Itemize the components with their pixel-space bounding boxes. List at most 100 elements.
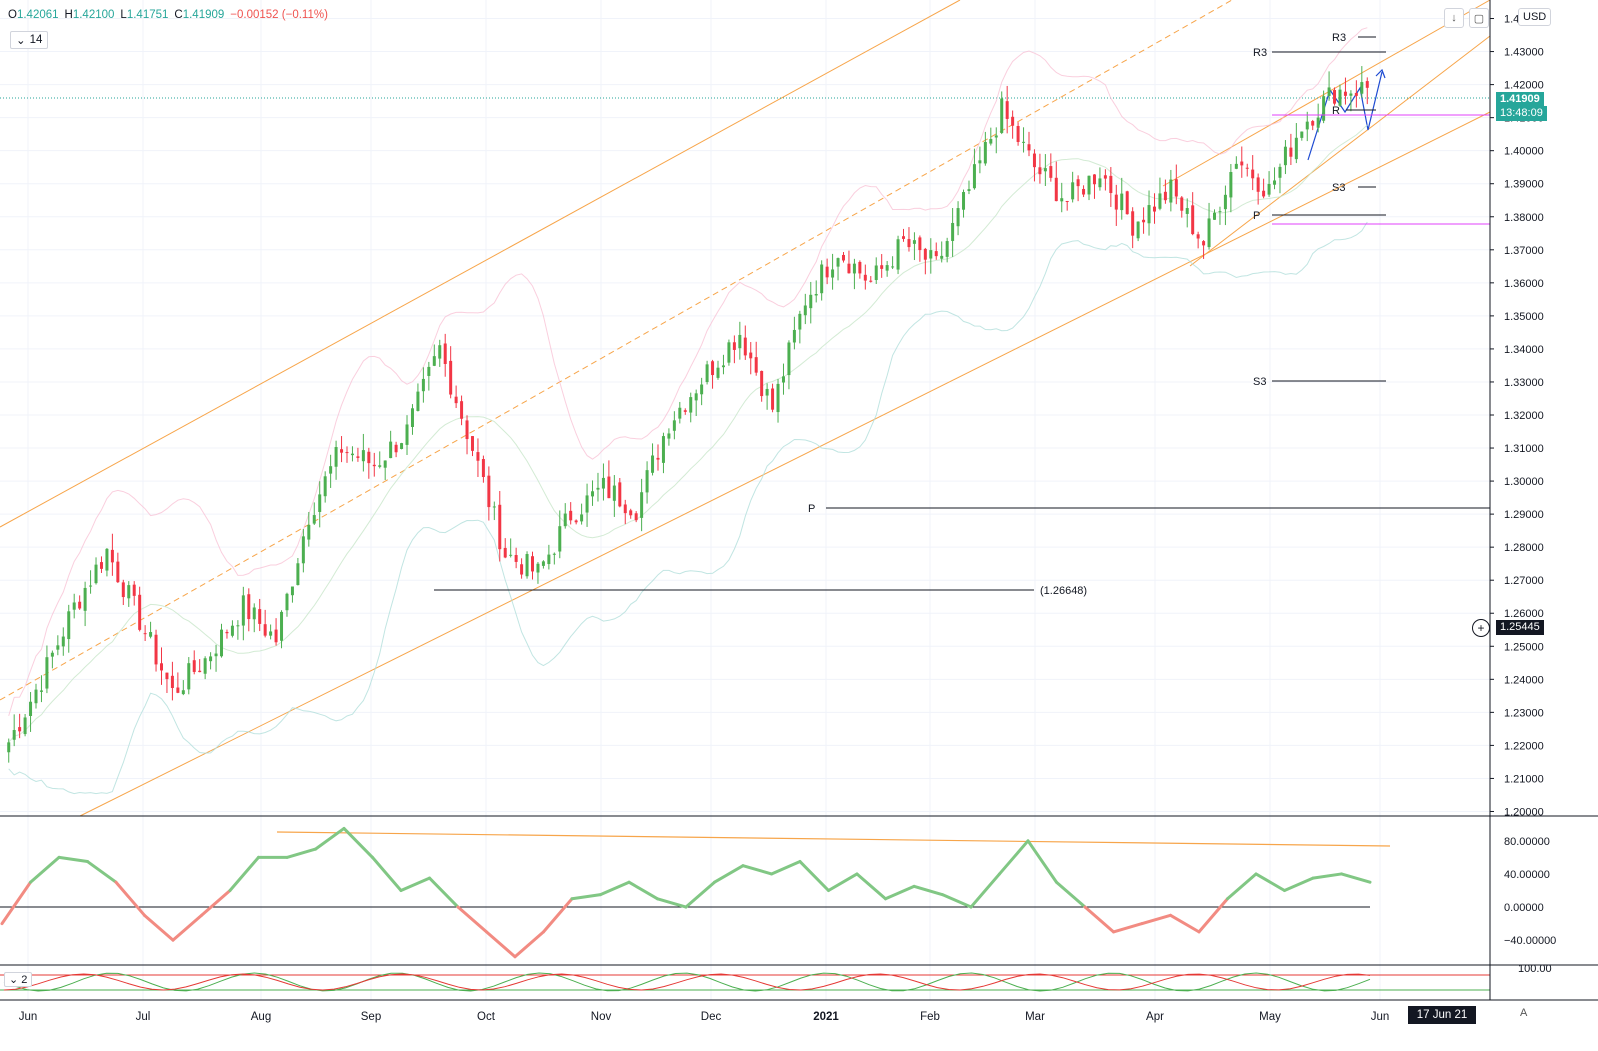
candle-body	[1273, 180, 1277, 185]
candle-body	[83, 587, 87, 611]
currency-button[interactable]: USD	[1518, 8, 1552, 26]
candle-body	[738, 334, 742, 349]
candle-body	[481, 459, 485, 478]
price-tick-label: 1.23000	[1504, 707, 1544, 719]
auto-scale-button[interactable]: A	[1520, 1007, 1527, 1019]
candle-body	[640, 492, 644, 518]
candle-body	[1229, 172, 1233, 198]
candle-body	[689, 397, 693, 413]
osc-segment	[1140, 913, 1172, 926]
candle-body	[1207, 218, 1211, 248]
maximize-icon[interactable]: ▢	[1469, 8, 1489, 28]
candle-body	[929, 250, 933, 259]
candle-body	[345, 452, 349, 454]
osc-segment	[1340, 872, 1372, 884]
candle-body	[56, 645, 60, 650]
candle-body	[1180, 197, 1184, 211]
middle-band	[8, 124, 1368, 743]
candle-body	[192, 660, 196, 672]
candle-body	[121, 582, 125, 598]
candle-body	[301, 536, 305, 564]
candle-body	[743, 337, 747, 356]
candle-body	[72, 602, 76, 610]
candle-body	[1213, 212, 1217, 220]
candle-body	[1043, 168, 1047, 172]
candle-body	[361, 450, 365, 462]
axes: 1.440001.430001.420001.410001.400001.390…	[0, 0, 1598, 1051]
candle-body	[34, 689, 38, 704]
candle-body	[476, 452, 480, 461]
candle-body	[580, 514, 584, 522]
candle-body	[410, 408, 414, 427]
candle-body	[912, 240, 916, 244]
chevron-down-icon: ⌄	[16, 35, 26, 47]
candle-body	[389, 441, 393, 459]
candle-body	[1071, 182, 1075, 200]
candle-body	[923, 248, 927, 260]
candle-body	[1316, 117, 1320, 128]
price-tick-label: 1.40000	[1504, 146, 1544, 158]
time-tick-label: Dec	[701, 1011, 722, 1023]
candle-body	[574, 520, 578, 523]
candle-body	[629, 510, 633, 516]
candle-body	[465, 420, 469, 440]
candle-body	[891, 266, 895, 268]
candlestick-series	[7, 66, 1369, 763]
channel2-upper-line	[1162, 0, 1491, 187]
candle-body	[318, 494, 322, 512]
osc-segment	[969, 872, 1001, 909]
candle-body	[618, 482, 622, 507]
candle-body	[159, 663, 163, 671]
candle-body	[421, 378, 425, 392]
candle-body	[596, 487, 600, 490]
candle-body	[705, 364, 709, 383]
price-tick-label: 1.36000	[1504, 278, 1544, 290]
candle-body	[1163, 191, 1167, 201]
time-tick-label: Jun	[19, 1011, 38, 1023]
ohlc-legend: O1.42061 H1.42100 L1.41751 C1.41909 −0.0…	[8, 9, 328, 21]
osc-segment	[371, 855, 403, 892]
candle-body	[760, 370, 764, 397]
s3-lower-line-label: S3	[1253, 376, 1266, 388]
osc-segment	[1083, 905, 1115, 934]
candle-body	[247, 594, 251, 620]
candle-body	[1354, 92, 1358, 96]
candle-body	[487, 475, 491, 508]
candle-body	[367, 451, 371, 464]
osc-segment	[599, 880, 631, 897]
plus-icon[interactable]: +	[1472, 619, 1490, 637]
indicator-period-toggle[interactable]: ⌄ 14	[10, 31, 49, 49]
candle-body	[1131, 211, 1135, 236]
candle-body	[432, 356, 436, 366]
arrow-down-icon[interactable]: ↓	[1444, 8, 1464, 28]
candle-body	[378, 465, 382, 467]
candle-body	[787, 342, 791, 376]
candle-body	[1305, 121, 1309, 130]
candle-body	[1158, 193, 1162, 209]
candle-body	[863, 274, 867, 281]
price-tick-label: 1.38000	[1504, 212, 1544, 224]
candle-body	[634, 513, 638, 521]
candle-body	[1174, 179, 1178, 197]
indicator2-period-toggle[interactable]: ⌄ 2	[4, 972, 33, 987]
candle-body	[492, 506, 496, 508]
candle-body	[711, 361, 715, 376]
candle-body	[907, 239, 911, 248]
osc-segment	[1197, 897, 1229, 934]
osc-segment	[656, 897, 688, 909]
candle-body	[405, 424, 409, 445]
chart-canvas[interactable]: (1.26648)PR3R3S3S3PR 1.440001.430001.420…	[0, 0, 1598, 1051]
candle-body	[78, 601, 82, 609]
candle-body	[798, 313, 802, 330]
candle-body	[683, 410, 687, 412]
candle-body	[252, 607, 256, 620]
candle-body	[983, 141, 987, 164]
candle-body	[520, 564, 524, 575]
osc-segment	[998, 839, 1030, 876]
candle-body	[1049, 166, 1053, 178]
candle-body	[1103, 175, 1107, 179]
candle-body	[940, 255, 944, 259]
trend-channels	[0, 0, 1491, 817]
osc2-line-green	[3, 972, 1371, 992]
candle-body	[1136, 221, 1140, 239]
